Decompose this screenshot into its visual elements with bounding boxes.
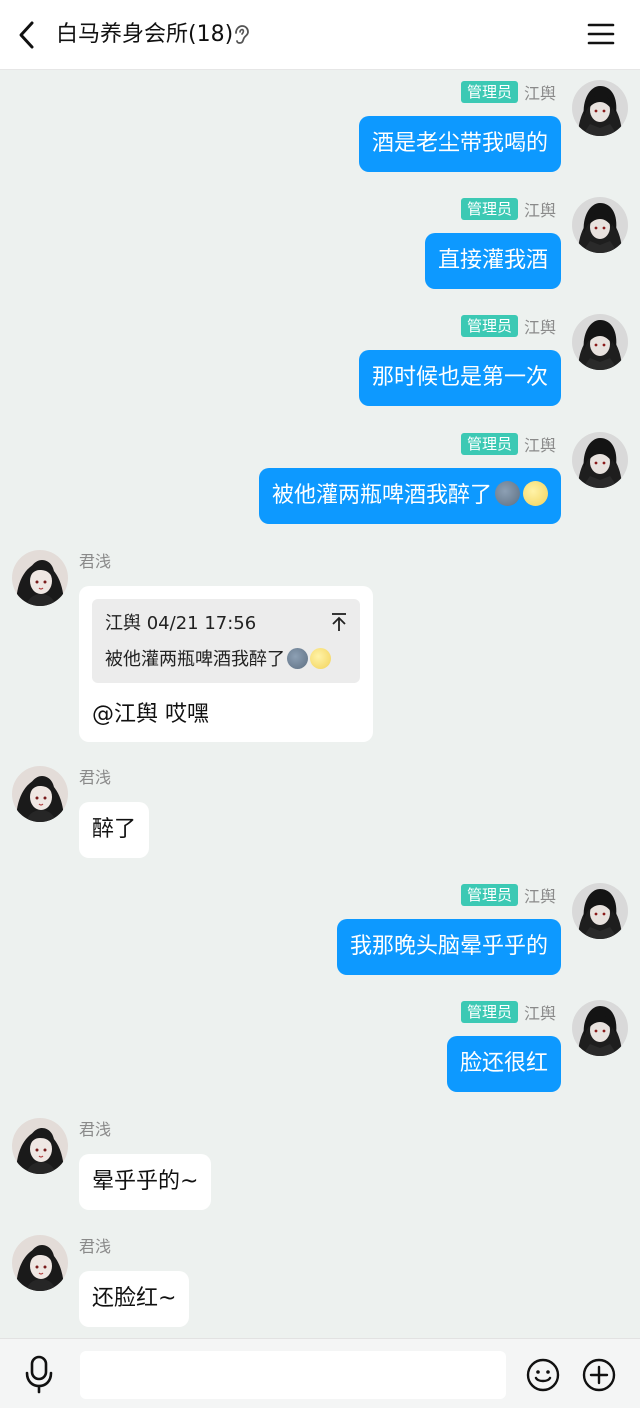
sender-name: 君浅 xyxy=(79,1120,112,1139)
message-text: 晕乎乎的~ xyxy=(92,1169,199,1194)
message-bubble[interactable]: 直接灌我酒 xyxy=(424,233,561,289)
plus-circle-icon xyxy=(582,1358,616,1392)
message-text: 被他灌两瓶啤酒我醉了 xyxy=(271,483,492,508)
emoji-button[interactable] xyxy=(525,1357,561,1393)
message-bubble[interactable]: 被他灌两瓶啤酒我醉了 xyxy=(258,468,561,524)
quote-header: 江舆 04/21 17:56 xyxy=(105,613,257,634)
message-row: 管理员 江舆 被他灌两瓶啤酒我醉了 xyxy=(0,422,640,532)
jump-to-top-icon[interactable] xyxy=(330,611,348,633)
message-row: 管理员 江舆 酒是老尘带我喝的 xyxy=(0,70,640,180)
message-text: 我那晚头脑晕乎乎的 xyxy=(349,934,548,959)
full-moon-face-icon xyxy=(523,481,548,506)
avatar[interactable] xyxy=(572,432,628,488)
sender-name: 江舆 xyxy=(523,1004,556,1023)
group-title[interactable]: 白马养身会所(18) xyxy=(56,20,233,50)
message-meta: 管理员 江舆 xyxy=(460,432,556,456)
avatar[interactable] xyxy=(12,1235,68,1291)
message-text: 还脸红~ xyxy=(92,1286,177,1311)
message-text: 醉了 xyxy=(92,817,137,842)
sender-name: 江舆 xyxy=(523,201,556,220)
message-text: 脸还很红 xyxy=(459,1051,548,1076)
message-row: 君浅 晕乎乎的~ xyxy=(0,1108,640,1218)
chat-message-list[interactable]: 管理员 江舆 酒是老尘带我喝的 管理员 江舆 直接灌我酒 管理员 江舆 那时候也… xyxy=(0,70,640,1338)
message-text: 直接灌我酒 xyxy=(437,248,548,273)
input-bar xyxy=(0,1338,640,1408)
message-text: 酒是老尘带我喝的 xyxy=(371,131,548,156)
admin-badge: 管理员 xyxy=(460,433,518,455)
sender-name: 江舆 xyxy=(523,887,556,906)
message-meta: 管理员 江舆 xyxy=(460,1000,556,1024)
avatar[interactable] xyxy=(572,1000,628,1056)
avatar[interactable] xyxy=(12,1118,68,1174)
message-bubble[interactable]: 脸还很红 xyxy=(446,1036,561,1092)
quote-text: 被他灌两瓶啤酒我醉了 xyxy=(105,645,331,671)
admin-badge: 管理员 xyxy=(460,198,518,220)
admin-badge: 管理员 xyxy=(460,884,518,906)
message-bubble[interactable]: 我那晚头脑晕乎乎的 xyxy=(336,919,561,975)
admin-badge: 管理员 xyxy=(460,81,518,103)
message-meta: 管理员 江舆 xyxy=(460,883,556,907)
message-text: @江舆 哎嘿 xyxy=(92,702,209,727)
admin-badge: 管理员 xyxy=(460,1001,518,1023)
avatar[interactable] xyxy=(572,80,628,136)
sender-name: 君浅 xyxy=(79,1237,112,1256)
full-moon-face-icon xyxy=(310,648,331,669)
avatar[interactable] xyxy=(572,197,628,253)
avatar[interactable] xyxy=(572,314,628,370)
smiley-icon xyxy=(526,1358,560,1392)
message-bubble[interactable]: 还脸红~ xyxy=(79,1271,190,1327)
message-bubble[interactable]: 晕乎乎的~ xyxy=(79,1154,212,1210)
new-moon-face-icon xyxy=(495,481,520,506)
avatar[interactable] xyxy=(12,766,68,822)
message-row: 管理员 江舆 直接灌我酒 xyxy=(0,187,640,297)
voice-button[interactable] xyxy=(22,1354,56,1394)
quote-text-content: 被他灌两瓶啤酒我醉了 xyxy=(105,649,285,670)
ear-icon[interactable] xyxy=(232,24,250,46)
message-row: 管理员 江舆 脸还很红 xyxy=(0,990,640,1100)
hamburger-menu-icon xyxy=(587,23,615,45)
message-text: 那时候也是第一次 xyxy=(371,365,548,390)
quoted-message[interactable]: 江舆 04/21 17:56 被他灌两瓶啤酒我醉了 xyxy=(92,599,360,683)
message-row: 管理员 江舆 那时候也是第一次 xyxy=(0,304,640,414)
message-row: 君浅 江舆 04/21 17:56 被他灌两瓶啤酒我醉了 @江舆 哎嘿 xyxy=(0,540,640,750)
message-meta: 管理员 江舆 xyxy=(460,197,556,221)
message-input[interactable] xyxy=(80,1351,506,1399)
sender-name: 江舆 xyxy=(523,84,556,103)
sender-name: 君浅 xyxy=(79,768,112,787)
sender-name: 江舆 xyxy=(523,318,556,337)
back-button[interactable] xyxy=(12,18,44,52)
menu-button[interactable] xyxy=(586,20,616,48)
chat-header: 白马养身会所(18) xyxy=(0,0,640,70)
chevron-left-icon xyxy=(19,21,34,49)
avatar[interactable] xyxy=(572,883,628,939)
new-moon-face-icon xyxy=(287,648,308,669)
message-meta: 管理员 江舆 xyxy=(460,80,556,104)
message-bubble[interactable]: 酒是老尘带我喝的 xyxy=(358,116,561,172)
reply-message-bubble[interactable]: 江舆 04/21 17:56 被他灌两瓶啤酒我醉了 @江舆 哎嘿 xyxy=(79,586,373,742)
sender-name: 君浅 xyxy=(79,552,112,571)
avatar[interactable] xyxy=(12,550,68,606)
message-bubble[interactable]: 那时候也是第一次 xyxy=(358,350,561,406)
admin-badge: 管理员 xyxy=(460,315,518,337)
message-row: 君浅 还脸红~ xyxy=(0,1225,640,1335)
message-bubble[interactable]: 醉了 xyxy=(79,802,150,858)
microphone-icon xyxy=(25,1355,53,1394)
message-row: 君浅 醉了 xyxy=(0,756,640,866)
more-button[interactable] xyxy=(581,1357,617,1393)
message-meta: 管理员 江舆 xyxy=(460,314,556,338)
message-row: 管理员 江舆 我那晚头脑晕乎乎的 xyxy=(0,873,640,983)
sender-name: 江舆 xyxy=(523,436,556,455)
